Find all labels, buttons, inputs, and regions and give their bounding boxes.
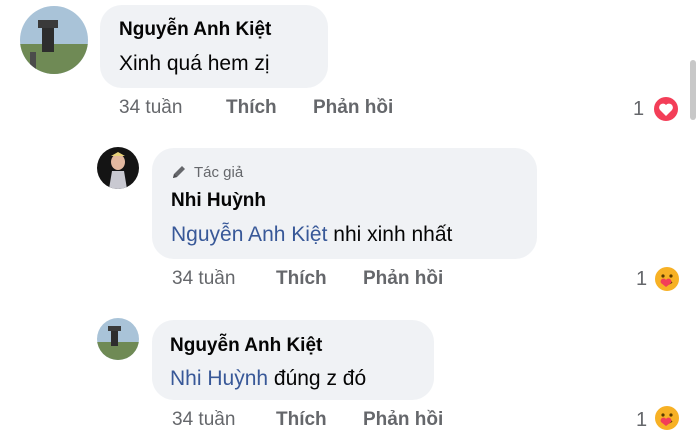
avatar[interactable]	[97, 318, 139, 360]
avatar[interactable]	[97, 147, 139, 189]
comment-time[interactable]: 34 tuần	[172, 268, 235, 290]
reply-bubble: Tác giả Nhi Huỳnh Nguyễn Anh Kiệt nhi xi…	[152, 148, 537, 259]
mention-link[interactable]: Nguyễn Anh Kiệt	[171, 223, 327, 246]
reply-author[interactable]: Nguyễn Anh Kiệt	[170, 335, 322, 357]
reply-text-line: Nguyễn Anh Kiệt nhi xinh nhất	[171, 223, 452, 247]
comment-time[interactable]: 34 tuần	[119, 97, 182, 119]
like-button[interactable]: Thích	[226, 97, 277, 119]
pen-icon	[171, 164, 187, 180]
reaction-count[interactable]: 1	[636, 268, 647, 291]
comment-text: Xinh quá hem zị	[119, 52, 270, 75]
reply-bubble: Nguyễn Anh Kiệt Nhi Huỳnh đúng z đó	[152, 320, 434, 400]
like-button[interactable]: Thích	[276, 268, 327, 290]
reply-text: đúng z đó	[268, 367, 367, 390]
scrollbar[interactable]	[690, 60, 696, 120]
reply-button[interactable]: Phản hồi	[363, 268, 443, 290]
author-badge: Tác giả	[194, 164, 244, 181]
comment-bubble: Nguyễn Anh Kiệt Xinh quá hem zị	[100, 5, 328, 88]
reply-text: nhi xinh nhất	[327, 223, 453, 246]
reply-author[interactable]: Nhi Huỳnh	[171, 190, 266, 212]
avatar[interactable]	[20, 6, 88, 74]
love-icon[interactable]	[652, 95, 680, 123]
reply-button[interactable]: Phản hồi	[313, 97, 393, 119]
reply-button[interactable]: Phản hồi	[363, 409, 443, 431]
mention-link[interactable]: Nhi Huỳnh	[170, 367, 268, 390]
care-icon[interactable]	[653, 404, 681, 432]
reaction-count[interactable]: 1	[633, 98, 644, 121]
comment-time[interactable]: 34 tuần	[172, 409, 235, 431]
reaction-count[interactable]: 1	[636, 409, 647, 432]
comment-author[interactable]: Nguyễn Anh Kiệt	[119, 19, 271, 41]
reply-text-line: Nhi Huỳnh đúng z đó	[170, 367, 366, 391]
like-button[interactable]: Thích	[276, 409, 327, 431]
care-icon[interactable]	[653, 265, 681, 293]
